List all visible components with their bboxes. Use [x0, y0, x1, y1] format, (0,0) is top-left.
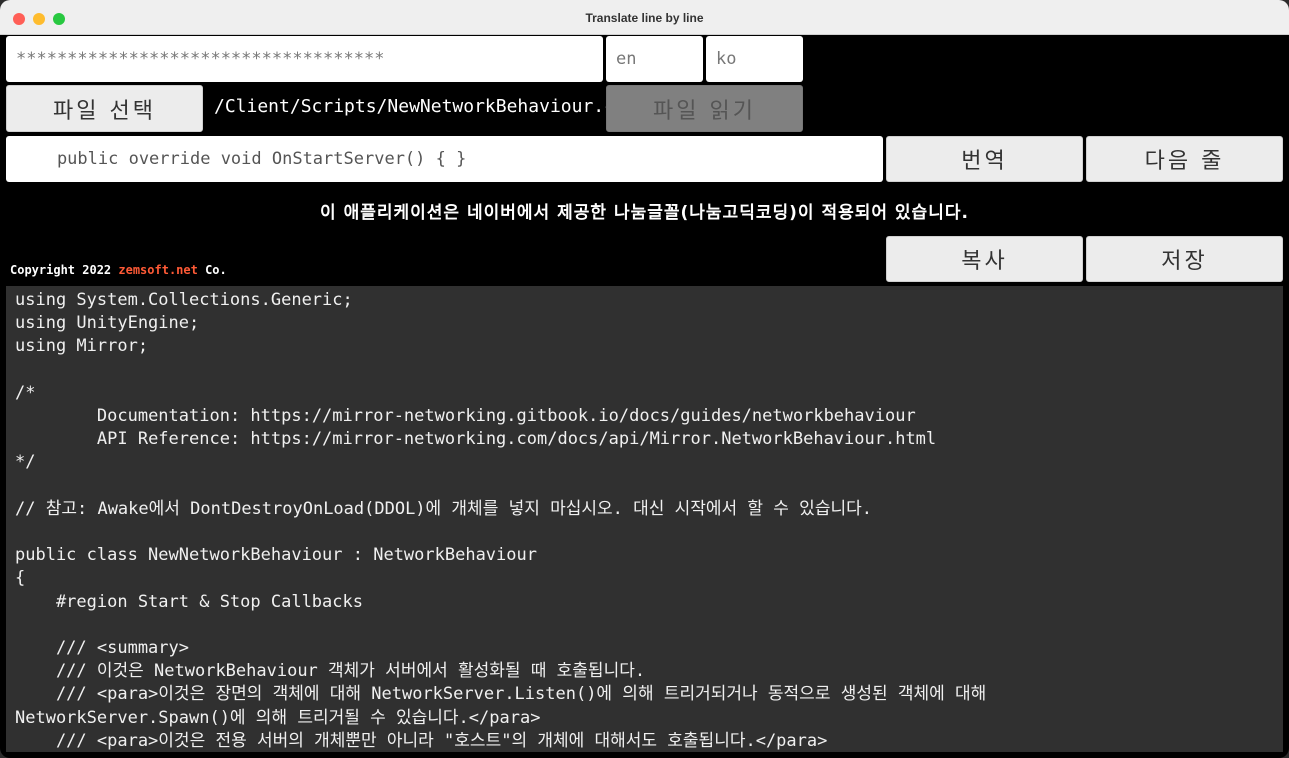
file-read-button[interactable]: 파일 읽기 [606, 85, 803, 132]
next-line-button[interactable]: 다음 줄 [1086, 136, 1283, 182]
title-bar: Translate line by line [0, 0, 1289, 35]
copyright-suffix: Co. [197, 263, 227, 277]
file-path-label: /Client/Scripts/NewNetworkBehaviour.cs [214, 96, 626, 117]
window-title: Translate line by line [585, 11, 704, 25]
font-notice: 이 애플리케이션은 네이버에서 제공한 나눔글꼴(나눔고딕코딩)이 적용되어 있… [320, 203, 969, 223]
source-language-input[interactable]: en [606, 36, 703, 82]
code-text[interactable]: using System.Collections.Generic; using … [15, 289, 1274, 752]
copyright-text: Copyright 2022 zemsoft.net Co. [10, 263, 227, 277]
app-window: Translate line by line *****************… [0, 0, 1289, 758]
file-select-button[interactable]: 파일 선택 [6, 85, 203, 132]
translate-button[interactable]: 번역 [886, 136, 1083, 182]
save-button[interactable]: 저장 [1086, 236, 1283, 282]
current-line-input[interactable]: public override void OnStartServer() { } [6, 136, 883, 182]
target-language-input[interactable]: ko [706, 36, 803, 82]
zemsoft-link[interactable]: zemsoft.net [118, 263, 197, 277]
copyright-prefix: Copyright 2022 [10, 263, 119, 277]
copy-button[interactable]: 복사 [886, 236, 1083, 282]
api-key-input[interactable]: ************************************ [6, 36, 603, 82]
code-editor[interactable]: using System.Collections.Generic; using … [6, 286, 1283, 752]
